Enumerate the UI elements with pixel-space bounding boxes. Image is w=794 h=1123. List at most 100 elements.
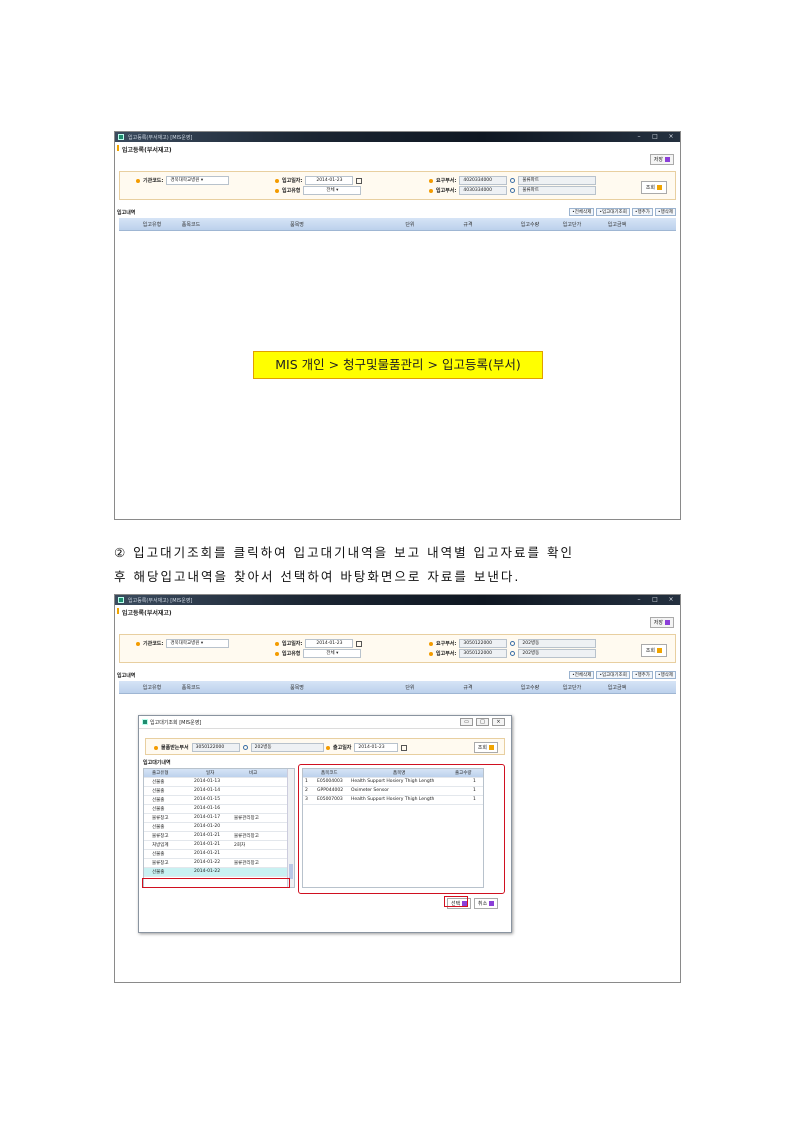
in-date-field[interactable]: 2014-01-23 xyxy=(305,639,354,648)
column-header[interactable]: 단위 xyxy=(405,684,414,691)
pending-inquiry-button[interactable]: •입고대기조회 xyxy=(596,208,630,216)
column-header[interactable]: 비고 xyxy=(249,770,257,776)
column-header[interactable]: 규격 xyxy=(463,221,472,228)
table-row[interactable]: 물류창고 2014-01-21 물류관리창고 xyxy=(144,832,294,841)
table-row[interactable]: 선불출 2014-01-22 xyxy=(144,868,294,877)
delete-all-button[interactable]: •전체삭제 xyxy=(569,208,595,216)
table-cell: 2014-01-13 xyxy=(194,779,221,784)
minimize-icon[interactable]: ▭ xyxy=(460,718,473,726)
add-row-button[interactable]: •행추가 xyxy=(631,671,653,679)
org-select[interactable]: 경북대학교병원 ▾ xyxy=(166,639,230,648)
save-button[interactable]: 저장 xyxy=(649,154,674,165)
maximize-icon[interactable]: □ xyxy=(650,133,660,140)
close-icon[interactable]: × xyxy=(666,596,676,603)
column-header[interactable]: 입고수량 xyxy=(521,684,539,691)
list-title: 입고대기내역 xyxy=(143,760,171,766)
column-header[interactable]: 입고금액 xyxy=(608,684,626,691)
delete-row-button[interactable]: •행삭제 xyxy=(654,671,676,679)
inquire-button[interactable]: 조회 xyxy=(640,181,667,194)
column-header[interactable]: 품목명 xyxy=(290,221,304,228)
column-header[interactable]: 품목명 xyxy=(290,684,304,691)
req-dept-code-field[interactable]: 3050122000 xyxy=(459,639,508,648)
dialog-inquire-button[interactable]: 조회 xyxy=(473,742,498,753)
maximize-icon[interactable]: □ xyxy=(476,718,489,726)
table-cell: 선불출 xyxy=(152,870,165,875)
cancel-label: 취소 xyxy=(478,901,488,907)
table-row[interactable]: 선불출 2014-01-15 xyxy=(144,796,294,805)
req-dept-name-field[interactable]: 202병동 xyxy=(518,639,597,648)
column-header[interactable]: 규격 xyxy=(463,684,472,691)
in-type-select[interactable]: 전체 ▾ xyxy=(303,186,362,195)
close-icon[interactable]: × xyxy=(666,133,676,140)
in-type-select[interactable]: 전체 ▾ xyxy=(303,649,362,658)
table-row[interactable]: 선불출 2014-01-13 xyxy=(144,778,294,787)
table-row[interactable]: 물류창고 2014-01-22 물류관리창고 xyxy=(144,859,294,868)
in-type-value: 전체 xyxy=(326,188,335,193)
in-dept-name-field[interactable]: 202병동 xyxy=(518,649,597,658)
org-label: 기관코드: xyxy=(143,178,164,184)
column-header[interactable]: 일자 xyxy=(206,770,214,776)
in-dept-name-field[interactable]: 물류파트 xyxy=(518,186,597,195)
minimize-icon[interactable]: – xyxy=(634,596,644,603)
search-icon[interactable] xyxy=(242,745,248,750)
in-date-field[interactable]: 2014-01-23 xyxy=(305,176,354,185)
delete-row-button[interactable]: •행삭제 xyxy=(654,208,676,216)
bullet-icon xyxy=(275,651,279,656)
search-icon[interactable] xyxy=(510,641,516,646)
calendar-icon[interactable] xyxy=(356,177,363,184)
column-header[interactable]: 입고유형 xyxy=(143,221,161,228)
table-row[interactable]: 선불출 2014-01-20 xyxy=(144,823,294,832)
cancel-icon xyxy=(489,901,495,906)
scrollbar-thumb[interactable] xyxy=(289,864,293,879)
menu-path-callout: MIS 개인 > 청구및물품관리 > 입고등록(부서) xyxy=(253,351,543,379)
bullet-icon xyxy=(136,641,140,646)
req-dept-name-field[interactable]: 물류파트 xyxy=(518,176,597,185)
column-header[interactable]: 단위 xyxy=(405,221,414,228)
scrollbar[interactable] xyxy=(287,769,294,887)
table-row[interactable]: 물류창고 2014-01-17 물류관리창고 xyxy=(144,814,294,823)
table-row[interactable]: 선불출 2014-01-14 xyxy=(144,787,294,796)
close-icon[interactable]: × xyxy=(492,718,505,726)
column-header[interactable]: 입고유형 xyxy=(143,684,161,691)
search-icon[interactable] xyxy=(510,178,516,183)
calendar-icon[interactable] xyxy=(356,640,363,647)
inquire-button[interactable]: 조회 xyxy=(640,644,667,657)
pending-list-table: 출고유형 일자 비고 선불출 2014-01-13 선불출 2014-01-14 선불출… xyxy=(143,768,295,888)
dept-name-field[interactable]: 202병동 xyxy=(250,743,324,752)
inquire-icon xyxy=(489,745,494,750)
column-header[interactable]: 품목코드 xyxy=(182,221,200,228)
search-icon[interactable] xyxy=(510,651,516,656)
column-header[interactable]: 품목코드 xyxy=(182,684,200,691)
bullet-icon xyxy=(429,641,433,646)
table-row[interactable]: 처방입계 2014-01-21 2회차 xyxy=(144,841,294,850)
pending-inquiry-button[interactable]: •입고대기조회 xyxy=(596,671,630,679)
column-header[interactable]: 입고단가 xyxy=(563,684,581,691)
highlight-detail-table xyxy=(298,764,505,894)
column-header[interactable]: 입고단가 xyxy=(563,221,581,228)
in-dept-code-field[interactable]: 4030334000 xyxy=(459,186,508,195)
minimize-icon[interactable]: – xyxy=(634,133,644,140)
org-value: 경북대학교병원 xyxy=(170,178,200,183)
org-select[interactable]: 경북대학교병원 ▾ xyxy=(166,176,230,185)
table-row[interactable]: 선불출 2014-01-21 xyxy=(144,850,294,859)
save-button[interactable]: 저장 xyxy=(649,617,674,628)
calendar-icon[interactable] xyxy=(401,744,408,751)
screenshot-2-window: 입고등록(부서재고) [MIS운영] – □ × 입고등록(부서재고) 저장 기… xyxy=(114,594,681,983)
column-header[interactable]: 출고유형 xyxy=(152,770,169,776)
req-dept-code-field[interactable]: 4020334000 xyxy=(459,176,508,185)
search-icon[interactable] xyxy=(510,188,516,193)
window-titlebar: 입고등록(부서재고) [MIS운영] – □ × xyxy=(115,132,680,142)
bullet-icon xyxy=(275,641,279,646)
cancel-button[interactable]: 취소 xyxy=(474,898,499,909)
bullet-icon xyxy=(154,745,158,750)
maximize-icon[interactable]: □ xyxy=(650,596,660,603)
dept-code-field[interactable]: 3050122000 xyxy=(191,743,240,752)
table-row[interactable]: 선불출 2014-01-16 xyxy=(144,805,294,814)
in-dept-code-field[interactable]: 3050122000 xyxy=(459,649,508,658)
add-row-button[interactable]: •행추가 xyxy=(631,208,653,216)
column-header[interactable]: 입고수량 xyxy=(521,221,539,228)
date-field[interactable]: 2014-01-23 xyxy=(354,743,399,752)
column-header[interactable]: 입고금액 xyxy=(608,221,626,228)
delete-all-button[interactable]: •전체삭제 xyxy=(569,671,595,679)
form-title: 입고등록(부서재고) xyxy=(115,605,680,617)
